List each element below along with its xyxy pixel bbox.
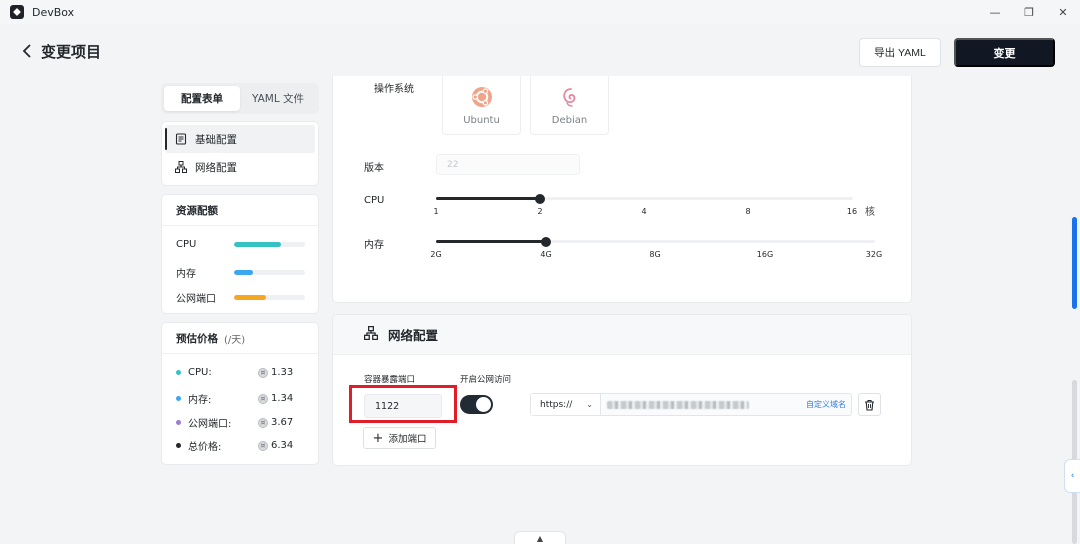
coin-icon: ¤: [258, 393, 268, 404]
document-list-icon: [175, 133, 187, 145]
os-name: Debian: [551, 115, 588, 126]
memory-label: 内存: [364, 240, 384, 251]
memory-tick: 4G: [540, 250, 552, 259]
tab-config-form[interactable]: 配置表单: [164, 86, 240, 111]
resource-bar: [234, 270, 305, 275]
os-name: Ubuntu: [463, 115, 500, 126]
os-option-ubuntu[interactable]: Ubuntu: [442, 76, 521, 135]
config-mode-tabs: 配置表单 YAML 文件: [161, 83, 319, 114]
coin-icon: ¤: [258, 367, 268, 378]
export-yaml-button[interactable]: 导出 YAML: [859, 38, 941, 67]
version-input[interactable]: 22: [436, 154, 580, 175]
memory-slider-thumb[interactable]: [541, 236, 551, 247]
price-row-public-port: 公网端口: ¤ 3.67: [176, 415, 306, 430]
custom-domain-link[interactable]: 自定义域名: [806, 399, 846, 410]
cpu-tick: 2: [537, 207, 543, 216]
app-name: DevBox: [32, 5, 75, 19]
memory-tick: 2G: [430, 250, 442, 259]
cpu-tick: 1: [433, 207, 439, 216]
price-row-memory: 内存: ¤ 1.34: [176, 391, 306, 406]
public-domain-field: https://⌄ 自定义域名: [530, 393, 852, 416]
chevron-left-icon: ‹: [1070, 471, 1075, 481]
nav-item-network-config[interactable]: 网络配置: [165, 153, 315, 181]
cpu-tick: 4: [641, 207, 647, 216]
bottom-drawer-handle[interactable]: ▲: [514, 531, 566, 544]
caret-up-icon: ▲: [536, 533, 544, 543]
debian-icon: [562, 88, 575, 107]
os-option-debian[interactable]: Debian: [530, 76, 609, 135]
trash-icon: [865, 399, 874, 411]
version-label: 版本: [364, 163, 384, 174]
title-bar: DevBox — ❐ ✕: [0, 0, 1080, 24]
nav-item-label: 网络配置: [195, 161, 237, 174]
network-config-header: 网络配置: [333, 315, 911, 355]
cpu-tick: 16: [846, 207, 858, 216]
blurred-domain: [607, 400, 749, 409]
network-icon: [175, 161, 187, 173]
resource-row-public-port: 公网端口: [176, 290, 305, 305]
scrollbar-thumb[interactable]: [1072, 217, 1077, 309]
network-config-card: 网络配置 容器暴露端口 开启公网访问 1122 https://⌄ 自定义域名 …: [332, 314, 912, 466]
minimize-button[interactable]: —: [978, 0, 1012, 24]
page-title: 变更项目: [41, 43, 102, 61]
basic-config-card: 操作系统 Ubuntu Debian 版本 22 CPU 1 2 4 8 16 …: [332, 76, 912, 303]
price-row-cpu: CPU: ¤ 1.33: [176, 367, 306, 378]
memory-tick: 32G: [865, 250, 883, 259]
estimated-price-title: 预估价格 (/天): [162, 323, 318, 354]
annotation-highlight-box: [349, 385, 457, 423]
resource-bar: [234, 242, 305, 247]
cpu-unit: 核: [865, 207, 875, 218]
container-port-label: 容器暴露端口: [364, 375, 416, 385]
tab-yaml-file[interactable]: YAML 文件: [240, 86, 316, 111]
chevron-left-icon[interactable]: [18, 42, 36, 60]
price-row-total: 总价格: ¤ 6.34: [176, 438, 306, 453]
window-controls: — ❐ ✕: [978, 0, 1080, 24]
cpu-tick: 8: [745, 207, 751, 216]
resource-bar: [234, 295, 305, 300]
resource-quota-title: 资源配额: [162, 195, 318, 226]
submit-change-button[interactable]: 变更: [954, 38, 1055, 67]
memory-tick: 8G: [649, 250, 661, 259]
chevron-down-icon: ⌄: [586, 400, 593, 409]
cpu-label: CPU: [364, 195, 385, 206]
resource-row-memory: 内存: [176, 265, 305, 280]
estimated-price-card: 预估价格 (/天) CPU: ¤ 1.33 内存: ¤ 1.34 公网端口: ¤ 3.6…: [161, 322, 319, 465]
coin-icon: ¤: [258, 440, 268, 451]
coin-icon: ¤: [258, 417, 268, 428]
page-header: 变更项目 导出 YAML 变更: [0, 24, 1080, 80]
memory-tick: 16G: [756, 250, 774, 259]
section-nav: 基础配置 网络配置: [161, 121, 319, 186]
resource-quota-card: 资源配额 CPU 内存 公网端口: [161, 194, 319, 314]
app-logo-icon: [10, 5, 24, 19]
nav-item-basic-config[interactable]: 基础配置: [165, 125, 315, 153]
public-access-toggle[interactable]: [460, 395, 493, 414]
side-panel-toggle[interactable]: ‹: [1064, 459, 1080, 493]
network-config-title: 网络配置: [388, 328, 439, 343]
cpu-slider-thumb[interactable]: [535, 193, 545, 204]
os-label: 操作系统: [374, 84, 414, 95]
delete-port-button[interactable]: [858, 393, 881, 416]
restore-button[interactable]: ❐: [1012, 0, 1046, 24]
add-port-button[interactable]: + 添加端口: [363, 427, 436, 449]
network-icon: [363, 325, 379, 344]
nav-item-label: 基础配置: [195, 133, 237, 146]
public-access-label: 开启公网访问: [460, 375, 512, 385]
close-button[interactable]: ✕: [1046, 0, 1080, 24]
plus-icon: +: [372, 430, 384, 446]
ubuntu-icon: [471, 87, 492, 107]
protocol-select[interactable]: https://⌄: [531, 394, 601, 415]
resource-row-cpu: CPU: [176, 239, 305, 250]
